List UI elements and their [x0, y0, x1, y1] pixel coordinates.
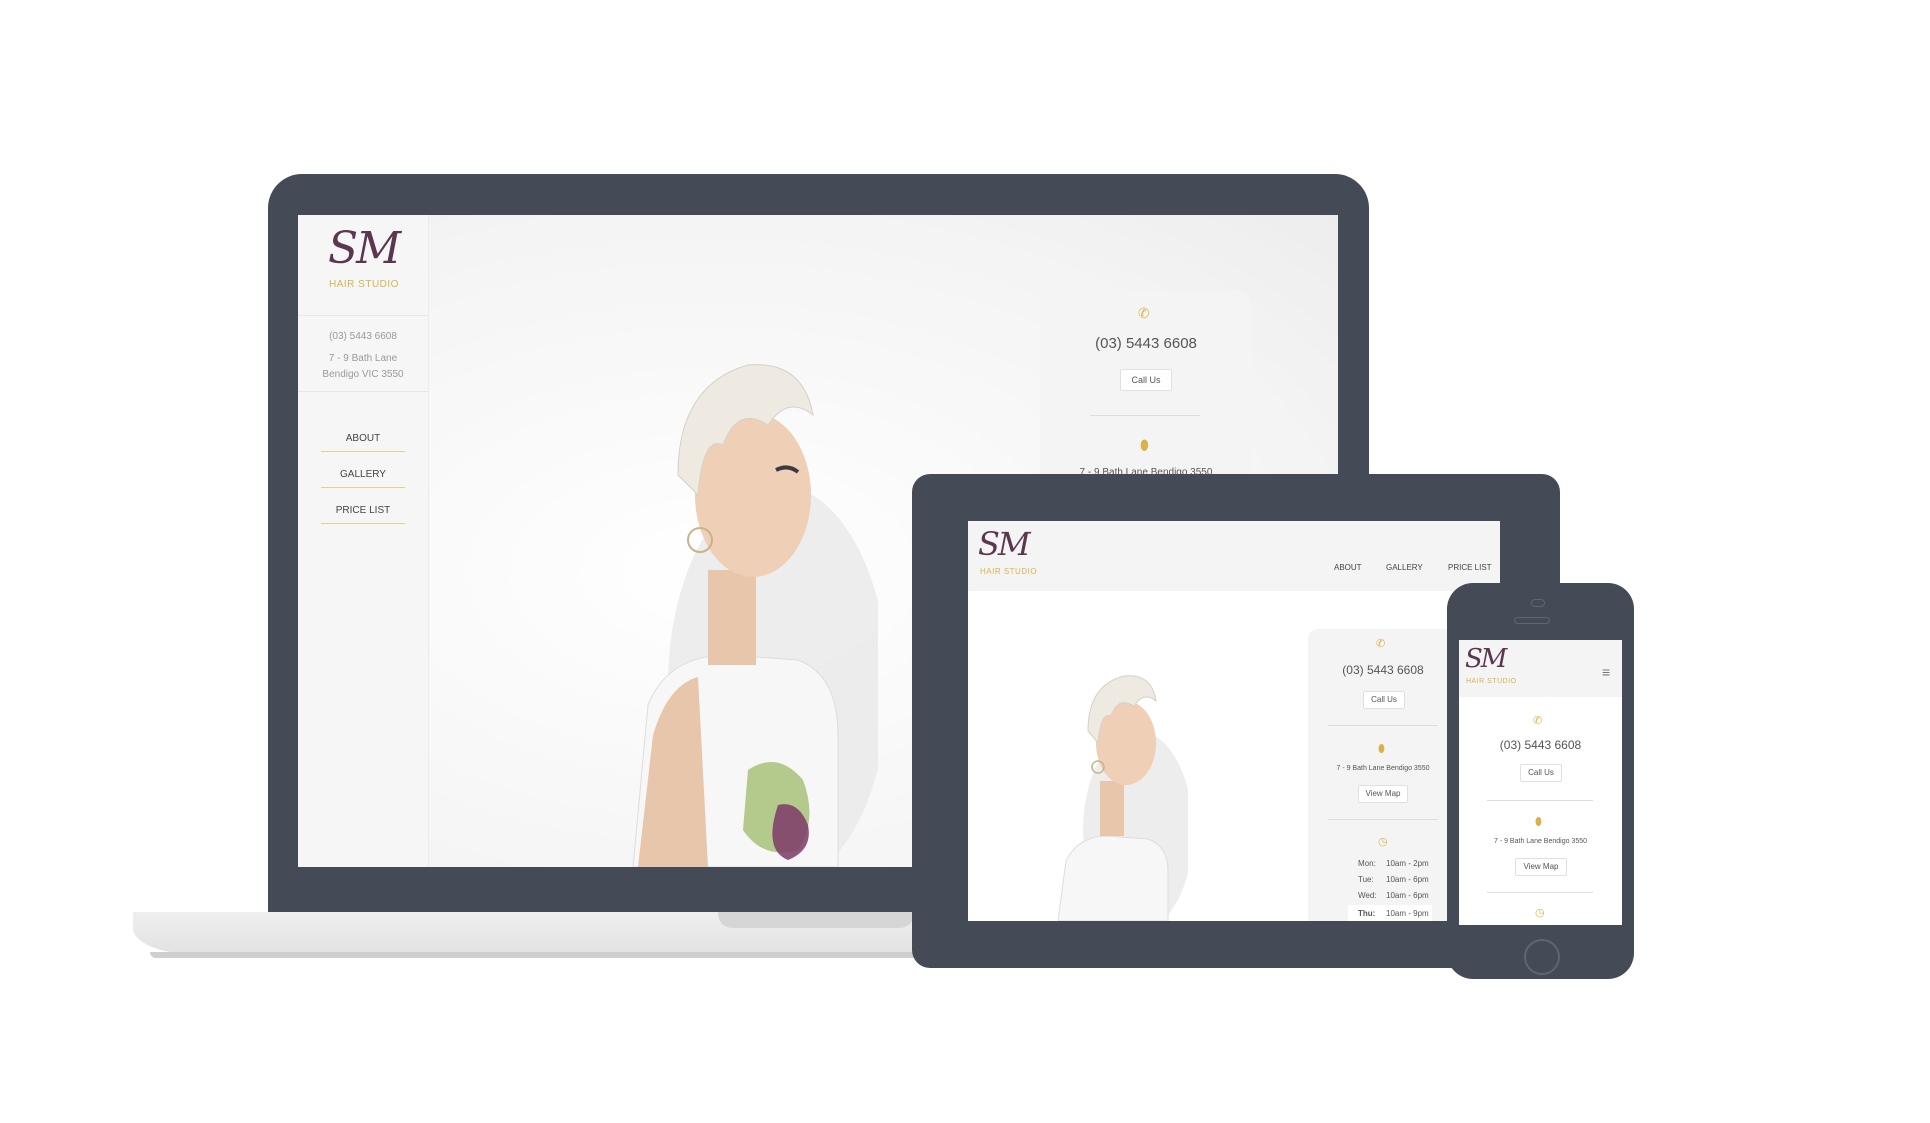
hours-day: Thu:: [1358, 909, 1376, 918]
divider: [1090, 415, 1200, 416]
sidebar-address-line2: Bendigo VIC 3550: [322, 369, 404, 380]
nav-price-list[interactable]: PRICE LIST: [1448, 563, 1492, 572]
phone-header: SM HAIR STUDIO ≡: [1459, 640, 1622, 697]
hours-day: Tue:: [1358, 875, 1374, 884]
contact-card: ✆ (03) 5443 6608 Call Us ⬮ 7 - 9 Bath La…: [1308, 629, 1458, 921]
phone-icon: ✆: [1376, 638, 1386, 650]
divider: [298, 315, 428, 316]
phone-camera: [1531, 599, 1545, 607]
clock-icon: ◷: [1535, 907, 1545, 919]
call-us-button[interactable]: Call Us: [1363, 691, 1405, 709]
divider: [298, 391, 428, 392]
laptop-sidebar: SM HAIR STUDIO (03) 5443 6608 7 - 9 Bath…: [298, 215, 429, 867]
map-pin-icon: ⬮: [1378, 743, 1385, 755]
divider: [1487, 800, 1593, 801]
card-address: 7 - 9 Bath Lane Bendigo 3550: [1493, 838, 1588, 845]
laptop-notch: [718, 912, 914, 928]
card-phone[interactable]: (03) 5443 6608: [1459, 738, 1622, 752]
divider: [1487, 892, 1593, 893]
nav-about[interactable]: ABOUT: [321, 433, 405, 452]
sidebar-address-line1: 7 - 9 Bath Lane: [328, 353, 398, 364]
logo-subtitle: HAIR STUDIO: [1466, 678, 1517, 685]
phone-screen: SM HAIR STUDIO ≡ ✆ (03) 5443 6608 Call U…: [1459, 640, 1622, 925]
map-pin-icon: ⬮: [1535, 816, 1542, 828]
nav-about[interactable]: ABOUT: [1334, 563, 1362, 572]
hero-portrait-image: [632, 364, 878, 867]
tablet-screen: SM HAIR STUDIO ABOUT GALLERY PRICE LIST …: [968, 521, 1500, 921]
phone-icon: ✆: [1533, 715, 1543, 727]
divider: [1328, 819, 1438, 820]
hours-time: 10am - 6pm: [1386, 891, 1429, 900]
phone-icon: ✆: [1138, 305, 1150, 321]
logo[interactable]: SM: [978, 525, 1031, 563]
logo-subtitle: HAIR STUDIO: [980, 567, 1038, 576]
nav-price-list[interactable]: PRICE LIST: [321, 505, 405, 524]
logo-subtitle: HAIR STUDIO: [329, 279, 399, 290]
sidebar-phone[interactable]: (03) 5443 6608: [298, 329, 428, 345]
logo[interactable]: SM: [328, 223, 401, 274]
phone-speaker: [1514, 617, 1550, 624]
card-phone[interactable]: (03) 5443 6608: [1040, 335, 1252, 352]
home-button[interactable]: [1524, 939, 1560, 975]
view-map-button[interactable]: View Map: [1515, 858, 1567, 876]
hours-time: 10am - 9pm: [1386, 909, 1429, 918]
clock-icon: ◷: [1378, 836, 1388, 848]
call-us-button[interactable]: Call Us: [1120, 369, 1172, 391]
hours-day: Mon:: [1358, 859, 1376, 868]
tablet-header: SM HAIR STUDIO ABOUT GALLERY PRICE LIST: [968, 521, 1500, 591]
logo[interactable]: SM: [1465, 644, 1507, 674]
card-phone[interactable]: (03) 5443 6608: [1308, 663, 1458, 677]
hours-time: 10am - 2pm: [1386, 859, 1429, 868]
nav-gallery[interactable]: GALLERY: [1386, 563, 1423, 572]
card-address: 7 - 9 Bath Lane Bendigo 3550: [1336, 765, 1430, 772]
call-us-button[interactable]: Call Us: [1520, 764, 1562, 782]
hours-day: Wed:: [1358, 891, 1377, 900]
nav-gallery[interactable]: GALLERY: [321, 469, 405, 488]
hamburger-menu-icon[interactable]: ≡: [1602, 664, 1610, 680]
view-map-button[interactable]: View Map: [1358, 785, 1408, 803]
map-pin-icon: ⬮: [1140, 437, 1149, 453]
hours-time: 10am - 6pm: [1386, 875, 1429, 884]
divider: [1328, 725, 1438, 726]
hero-portrait-image: [1057, 675, 1188, 921]
